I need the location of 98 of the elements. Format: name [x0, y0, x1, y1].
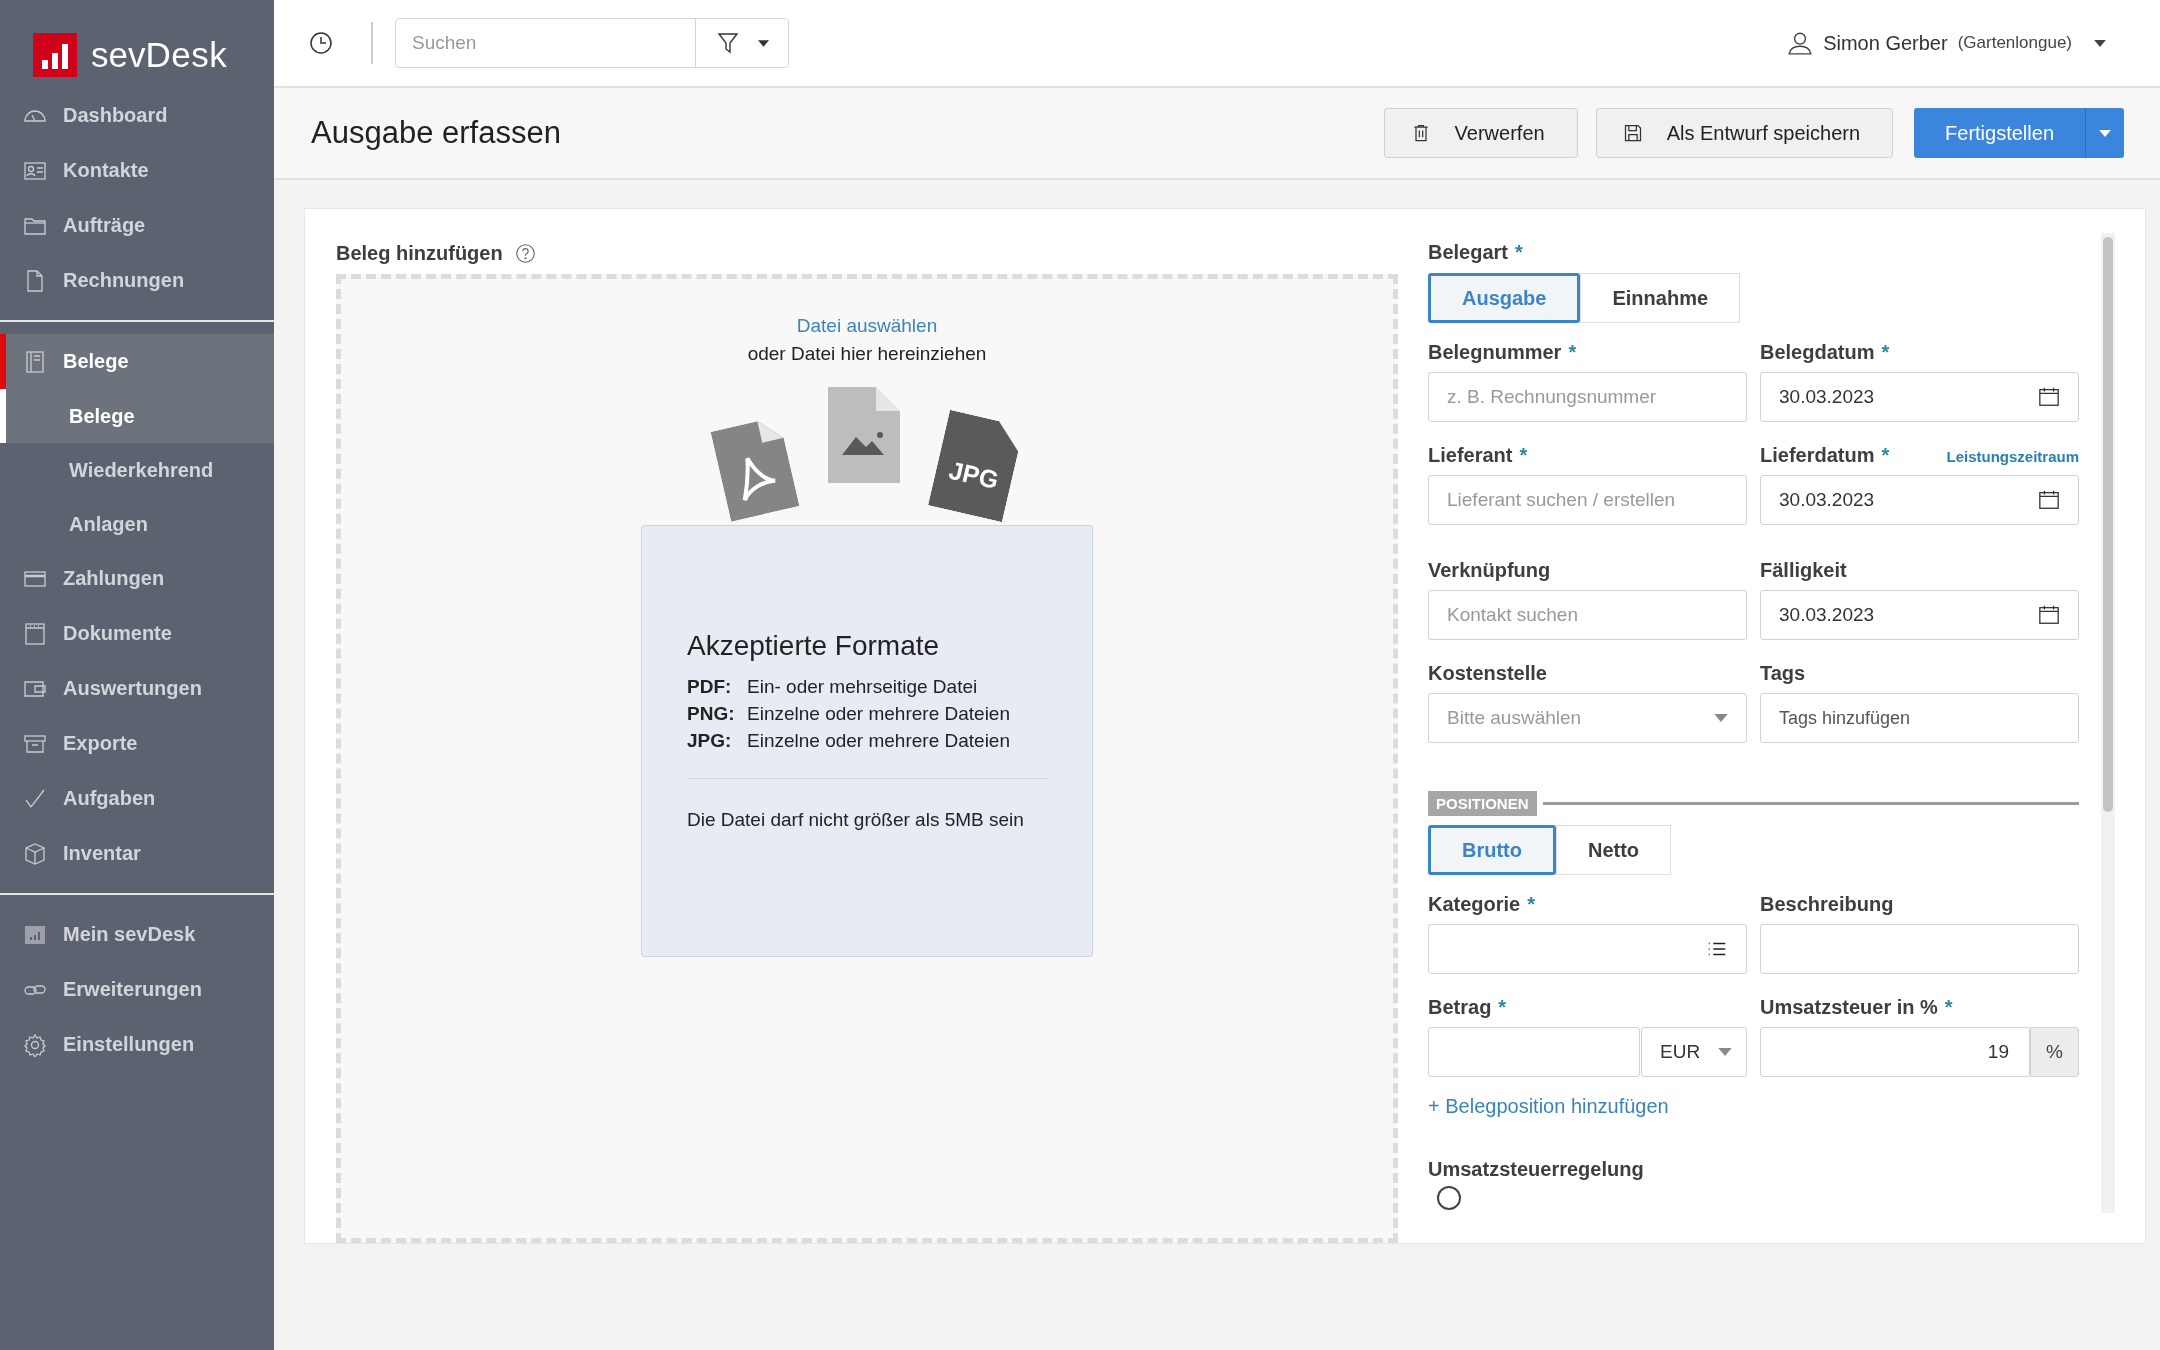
- currency-select[interactable]: EUR: [1641, 1027, 1747, 1077]
- help-icon[interactable]: [514, 242, 536, 264]
- sidebar-item[interactable]: Rechnungen: [0, 253, 274, 308]
- sidebar-item[interactable]: Kontakte: [0, 143, 274, 198]
- radio-button[interactable]: [1436, 1185, 1462, 1211]
- size-note: Die Datei darf nicht größer als 5MB sein: [687, 809, 1025, 831]
- action-button[interactable]: Als Entwurf speichern: [1595, 108, 1894, 158]
- text-field[interactable]: [1760, 924, 2079, 974]
- date-field[interactable]: 30.03.2023: [1760, 372, 2079, 422]
- field-label: Kategorie *: [1428, 893, 1536, 916]
- field-label: Verknüpfung: [1428, 559, 1551, 582]
- caret-icon: [1714, 714, 1728, 722]
- field-label: Beleg hinzufügen: [336, 241, 503, 265]
- field-label: Umsatzsteuer in % *: [1760, 996, 1953, 1019]
- dropdown-button[interactable]: [2085, 108, 2124, 158]
- sidebar-item[interactable]: Dashboard: [0, 88, 274, 143]
- format-name: PNG:: [687, 703, 736, 725]
- date-input[interactable]: 30.03.2023: [1779, 489, 2030, 511]
- caret-icon: [1718, 1048, 1732, 1056]
- text-field[interactable]: z. B. Rechnungsnummer: [1428, 372, 1747, 422]
- field-label: Belegart *: [1428, 241, 1523, 263]
- logo-text: sevDesk: [91, 35, 228, 75]
- drop-hint: oder Datei hier hereinziehen: [747, 343, 987, 365]
- format-description: Ein- oder mehrseitige Datei: [747, 676, 979, 698]
- date-field[interactable]: 30.03.2023: [1760, 590, 2079, 640]
- vat-rate-field[interactable]: 19: [1760, 1027, 2030, 1077]
- text-field[interactable]: Lieferant suchen / erstellen: [1428, 475, 1747, 525]
- sidebar-subitem[interactable]: Wiederkehrend: [0, 443, 274, 497]
- search-box[interactable]: Suchen: [395, 18, 789, 68]
- date-input[interactable]: 30.03.2023: [1779, 604, 2030, 626]
- sidebar-item[interactable]: Inventar: [0, 826, 274, 881]
- category-field[interactable]: [1428, 924, 1747, 974]
- toggle-option[interactable]: Netto: [1556, 825, 1672, 875]
- toggle-option[interactable]: Einnahme: [1580, 273, 1741, 323]
- sidebar-subitem[interactable]: Anlagen: [0, 497, 274, 551]
- field-label: Belegdatum *: [1760, 341, 1890, 364]
- formats-title: Akzeptierte Formate: [687, 630, 941, 662]
- sidebar-subitem[interactable]: Belege: [0, 389, 274, 443]
- service-period-link[interactable]: Leistungszeitraum: [1946, 448, 2079, 465]
- field-label: Beschreibung: [1760, 893, 1894, 916]
- user-menu[interactable]: Simon Gerber (Gartenlongue): [1787, 30, 2106, 56]
- select-field[interactable]: Bitte auswählen: [1428, 693, 1747, 743]
- caret-icon: [2099, 129, 2111, 137]
- field-label: Fälligkeit: [1760, 559, 1847, 582]
- history-clock-icon[interactable]: [309, 31, 333, 55]
- format-name: PDF:: [687, 676, 733, 698]
- tags-field[interactable]: Tags hinzufügen: [1760, 693, 2079, 743]
- sidebar-item[interactable]: Aufgaben: [0, 771, 274, 826]
- sidebar-item[interactable]: Erweiterungen: [0, 962, 274, 1017]
- sidebar-item[interactable]: Zahlungen: [0, 551, 274, 606]
- calendar-icon: [2038, 489, 2060, 511]
- select-input[interactable]: Bitte auswählen: [1447, 707, 1706, 729]
- format-name: JPG:: [687, 730, 733, 752]
- format-description: Einzelne oder mehrere Dateien: [747, 703, 1011, 725]
- sidebar-item[interactable]: Dokumente: [0, 606, 274, 661]
- filter-icon: [715, 31, 740, 55]
- section-tag: POSITIONEN: [1428, 791, 1537, 816]
- calendar-sheet-icon: [23, 621, 47, 646]
- text-field[interactable]: Kontakt suchen: [1428, 590, 1747, 640]
- sidebar-item[interactable]: Aufträge: [0, 198, 274, 253]
- user-organization: (Gartenlongue): [1957, 33, 2072, 53]
- user-icon: [1787, 30, 1814, 56]
- field-label: Belegnummer *: [1428, 341, 1577, 364]
- sidebar-item[interactable]: Exporte: [0, 716, 274, 771]
- image-file-icon: [828, 387, 900, 483]
- logo-icon: [33, 33, 77, 77]
- action-button[interactable]: Verwerfen: [1383, 108, 1578, 158]
- sidebar-item[interactable]: Mein sevDesk: [0, 907, 274, 962]
- field-label: Kostenstelle: [1428, 662, 1547, 685]
- date-field[interactable]: 30.03.2023: [1760, 475, 2079, 525]
- caret-icon: [2094, 39, 2106, 47]
- field-label: Betrag *: [1428, 996, 1507, 1019]
- page-title: Ausgabe erfassen: [311, 115, 561, 151]
- field-label: Lieferant *: [1428, 444, 1528, 467]
- receipt-icon: [23, 349, 47, 374]
- calendar-icon: [2038, 386, 2060, 408]
- toggle-option[interactable]: Ausgabe: [1428, 273, 1581, 323]
- gear-icon: [23, 1032, 47, 1057]
- sidebar-item[interactable]: Auswertungen: [0, 661, 274, 716]
- format-description: Einzelne oder mehrere Dateien: [747, 730, 1011, 752]
- field-label: Tags: [1760, 662, 1806, 685]
- caret-icon: [757, 39, 769, 47]
- percent-addon: %: [2030, 1027, 2079, 1077]
- choose-file-link[interactable]: Datei auswählen: [796, 315, 938, 337]
- cube-icon: [23, 841, 47, 866]
- toggle-option[interactable]: Brutto: [1428, 825, 1556, 875]
- finish-button[interactable]: Fertigstellen: [1914, 108, 2085, 158]
- date-input[interactable]: 30.03.2023: [1779, 386, 2030, 408]
- add-position-link[interactable]: + Belegposition hinzufügen: [1428, 1095, 1669, 1118]
- sidebar-item[interactable]: Einstellungen: [0, 1017, 274, 1072]
- file-drop-zone[interactable]: [336, 274, 1398, 1243]
- calendar-icon: [2038, 604, 2060, 626]
- scrollbar[interactable]: [2101, 233, 2115, 1213]
- field-label: Lieferdatum *: [1760, 444, 1890, 467]
- sidebar-item[interactable]: Belege: [0, 334, 274, 389]
- field-label: Umsatzsteuerregelung: [1428, 1158, 1645, 1181]
- amount-field[interactable]: [1428, 1027, 1640, 1077]
- user-name: Simon Gerber: [1823, 31, 1948, 55]
